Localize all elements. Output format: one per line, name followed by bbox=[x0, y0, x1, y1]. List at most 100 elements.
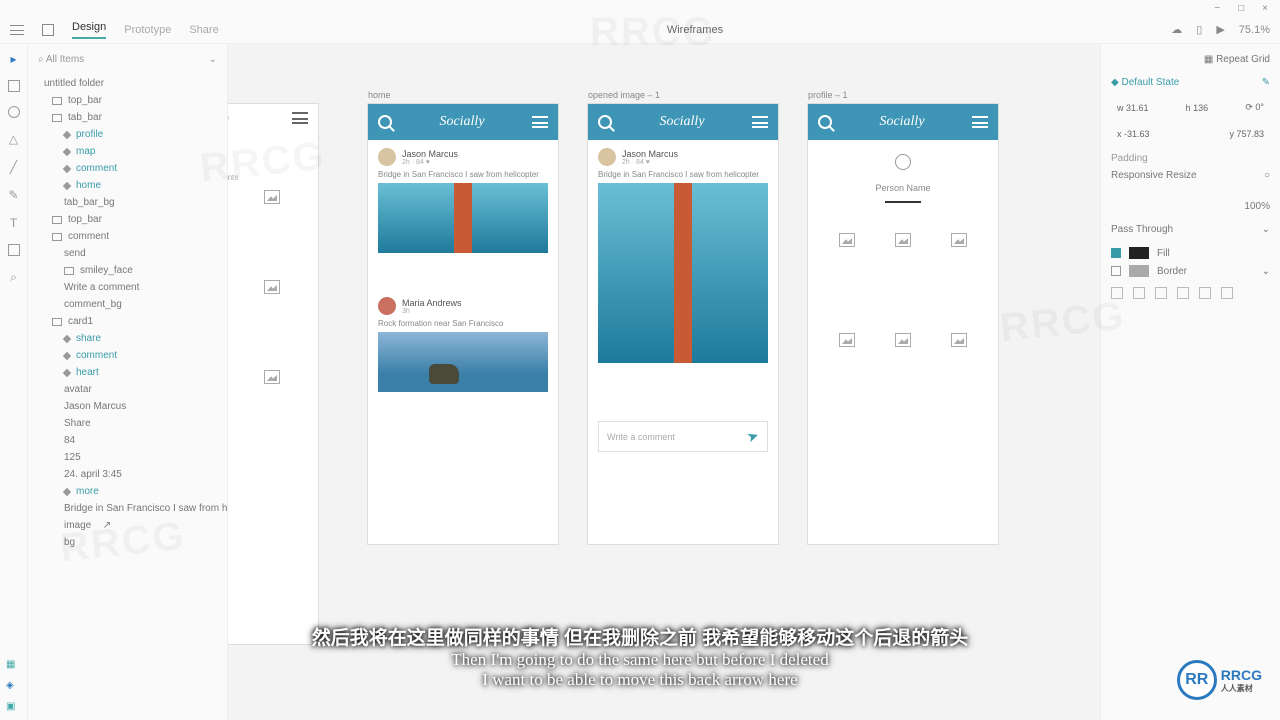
device-icon[interactable]: ▯ bbox=[1196, 23, 1202, 36]
tool-column: ▸ △ ╱ ✎ T ⌕ bbox=[0, 44, 28, 720]
layer-row[interactable]: comment bbox=[32, 160, 223, 177]
menu-icon[interactable] bbox=[10, 25, 24, 35]
polygon-tool-icon[interactable]: △ bbox=[9, 132, 18, 146]
image-placeholder-icon bbox=[839, 333, 855, 347]
layer-row[interactable]: more bbox=[32, 483, 223, 500]
layer-row[interactable]: comment bbox=[32, 228, 223, 245]
zoom-tool-icon[interactable]: ⌕ bbox=[10, 270, 17, 285]
profile-header: Person Name bbox=[808, 140, 998, 225]
layer-row[interactable]: Jason Marcus bbox=[32, 398, 223, 415]
repeat-grid-button[interactable]: ▦ Repeat Grid bbox=[1204, 54, 1270, 65]
blend-mode[interactable]: Pass Through bbox=[1111, 224, 1173, 235]
layer-row[interactable]: profile bbox=[32, 126, 223, 143]
app-topbar: Design Prototype Share Wireframes ☁ ▯ ▶ … bbox=[0, 16, 1280, 44]
hamburger-icon bbox=[532, 116, 548, 128]
rectangle-tool-icon[interactable] bbox=[8, 80, 20, 92]
layer-row[interactable]: comment_bg bbox=[32, 296, 223, 313]
layer-row[interactable]: comment bbox=[32, 347, 223, 364]
layer-row[interactable]: avatar bbox=[32, 381, 223, 398]
artboard-profile[interactable]: profile – 1 Socially Person Name bbox=[808, 104, 998, 544]
window-min[interactable]: − bbox=[1214, 3, 1220, 14]
border-checkbox[interactable] bbox=[1111, 266, 1121, 276]
app-title: Socially bbox=[439, 114, 484, 130]
select-tool-icon[interactable]: ▸ bbox=[10, 52, 16, 66]
avatar bbox=[598, 148, 616, 166]
x-field[interactable]: x -31.63 bbox=[1111, 127, 1156, 141]
fill-swatch[interactable] bbox=[1129, 247, 1149, 259]
layer-row[interactable]: Share bbox=[32, 415, 223, 432]
divider bbox=[885, 201, 921, 203]
layer-row[interactable]: image ↗ bbox=[32, 517, 223, 534]
layer-row[interactable]: card1 bbox=[32, 313, 223, 330]
line-tool-icon[interactable]: ╱ bbox=[10, 160, 17, 174]
layer-row[interactable]: untitled folder bbox=[32, 75, 223, 92]
layer-row[interactable]: 125 bbox=[32, 449, 223, 466]
y-field[interactable]: y 757.83 bbox=[1223, 127, 1270, 141]
fill-checkbox[interactable] bbox=[1111, 248, 1121, 258]
image-placeholder-icon bbox=[951, 333, 967, 347]
layer-row[interactable]: 24. april 3:45 bbox=[32, 466, 223, 483]
post-image-large bbox=[598, 183, 768, 363]
tab-share[interactable]: Share bbox=[189, 24, 218, 36]
artboard-label: opened image – 1 bbox=[588, 90, 660, 100]
text-tool-icon[interactable]: T bbox=[10, 216, 17, 230]
search-icon bbox=[818, 115, 832, 129]
artboard-label: profile – 1 bbox=[808, 90, 848, 100]
artboard-home[interactable]: home Socially Jason Marcus2h · 84 ♥ Brid… bbox=[368, 104, 558, 544]
height-field[interactable]: h 136 bbox=[1180, 101, 1215, 115]
design-canvas[interactable]: ↖ OGO contents home Socially Jaso bbox=[228, 44, 1100, 720]
border-swatch[interactable] bbox=[1129, 265, 1149, 277]
artboard-logo[interactable]: OGO contents bbox=[228, 104, 318, 644]
artboard-opened-image[interactable]: opened image – 1 Socially Jason Marcus2h… bbox=[588, 104, 778, 544]
responsive-toggle[interactable]: ○ bbox=[1264, 170, 1270, 181]
search-icon bbox=[378, 115, 392, 129]
artboard-tool-icon[interactable] bbox=[8, 244, 20, 256]
tab-prototype[interactable]: Prototype bbox=[124, 24, 171, 36]
post-caption: Rock formation near San Francisco bbox=[378, 319, 548, 328]
zoom-level[interactable]: 75.1% bbox=[1239, 24, 1270, 36]
hamburger-icon bbox=[752, 116, 768, 128]
search-icon bbox=[598, 115, 612, 129]
layer-row[interactable]: bg bbox=[32, 534, 223, 551]
layer-row[interactable]: send bbox=[32, 245, 223, 262]
user-icon bbox=[895, 154, 911, 170]
responsive-label: Responsive Resize bbox=[1111, 170, 1197, 181]
post-card: Jason Marcus2h · 84 ♥ Bridge in San Fran… bbox=[588, 140, 778, 411]
window-max[interactable]: □ bbox=[1238, 3, 1244, 14]
layer-row[interactable]: tab_bar bbox=[32, 109, 223, 126]
width-field[interactable]: w 31.61 bbox=[1111, 101, 1155, 115]
pen-tool-icon[interactable]: ✎ bbox=[8, 188, 18, 202]
opacity-field[interactable]: 100% bbox=[1244, 201, 1270, 212]
layers-panel: ⌕ All Items⌄ untitled folder top_bar tab… bbox=[28, 44, 228, 720]
layer-row[interactable]: 84 bbox=[32, 432, 223, 449]
layer-row[interactable]: tab_bar_bg bbox=[32, 194, 223, 211]
play-icon[interactable]: ▶ bbox=[1216, 23, 1224, 36]
layer-row[interactable]: map bbox=[32, 143, 223, 160]
window-close[interactable]: × bbox=[1262, 3, 1268, 14]
post-caption: Bridge in San Francisco I saw from helic… bbox=[598, 170, 768, 179]
layer-row[interactable]: Bridge in San Francisco I saw from helic… bbox=[32, 500, 223, 517]
image-placeholder-icon bbox=[264, 280, 280, 294]
layer-row[interactable]: top_bar bbox=[32, 92, 223, 109]
layer-search[interactable]: ⌕ All Items⌄ bbox=[32, 50, 223, 75]
layer-row[interactable]: smiley_face bbox=[32, 262, 223, 279]
send-icon: ➤ bbox=[745, 427, 762, 447]
default-state[interactable]: ◆ Default State bbox=[1111, 77, 1179, 88]
layer-row[interactable]: Write a comment bbox=[32, 279, 223, 296]
artboard-label: home bbox=[368, 90, 391, 100]
layer-row[interactable]: heart bbox=[32, 364, 223, 381]
layer-row[interactable]: share bbox=[32, 330, 223, 347]
tab-design[interactable]: Design bbox=[72, 21, 106, 39]
fill-label: Fill bbox=[1157, 248, 1170, 259]
home-icon[interactable] bbox=[42, 24, 54, 36]
align-tools[interactable] bbox=[1111, 287, 1270, 299]
rotation-field[interactable]: ⟳ 0° bbox=[1239, 100, 1270, 115]
layer-row[interactable]: home bbox=[32, 177, 223, 194]
border-label: Border bbox=[1157, 266, 1187, 277]
image-placeholder-icon bbox=[951, 233, 967, 247]
ellipse-tool-icon[interactable] bbox=[8, 106, 20, 118]
image-placeholder-icon bbox=[264, 370, 280, 384]
layer-row[interactable]: top_bar bbox=[32, 211, 223, 228]
cloud-icon[interactable]: ☁ bbox=[1171, 23, 1182, 36]
post-caption: Bridge in San Francisco I saw from helic… bbox=[378, 170, 548, 179]
